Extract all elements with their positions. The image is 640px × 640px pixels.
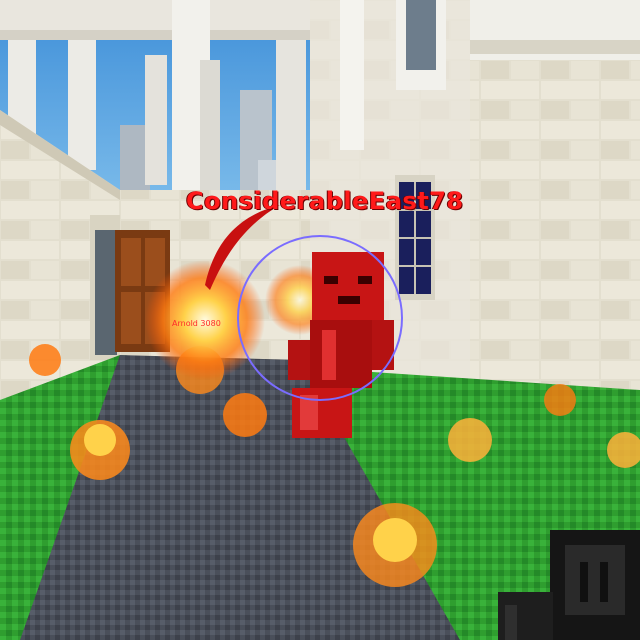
secondary-player-nametag: Arnold 3080 [172, 319, 221, 328]
target-player-nametag: ConsiderableEast78 [186, 187, 464, 215]
game-scene[interactable] [0, 0, 640, 640]
